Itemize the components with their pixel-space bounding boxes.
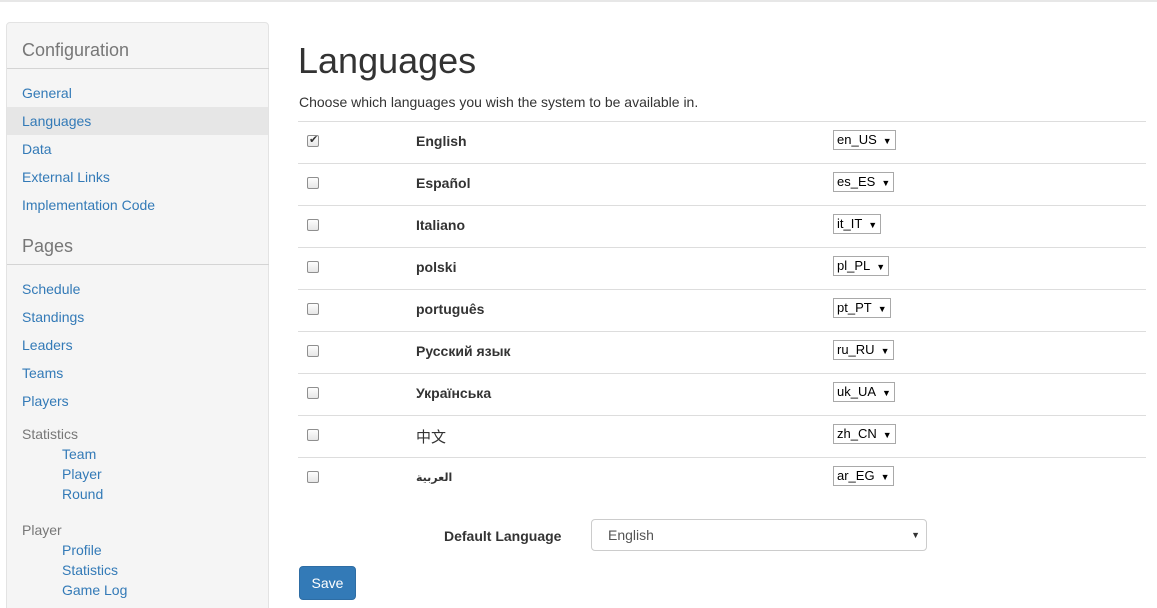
sidebar-item-standings[interactable]: Standings [7,303,268,331]
language-checkbox-uk[interactable] [307,387,319,399]
locale-select-en[interactable]: en_US ▼ [833,130,896,150]
sidebar-item-teams[interactable]: Teams [7,359,268,387]
sidebar-item-leaders[interactable]: Leaders [7,331,268,359]
caret-down-icon: ▼ [880,472,890,482]
caret-down-icon: ▼ [880,346,890,356]
language-name: 中文 [416,429,447,446]
caret-down-icon: ▼ [876,262,886,272]
table-row: português pt_PT ▼ [298,289,1146,331]
caret-down-icon: ▼ [882,430,892,440]
caret-down-icon: ▼ [881,178,891,188]
language-checkbox-ru[interactable] [307,345,319,357]
default-language-label: Default Language [444,528,562,544]
sidebar-subitem-player-statistics-page[interactable]: Statistics [62,562,118,578]
language-checkbox-it[interactable] [307,219,319,231]
language-name: Español [416,175,471,191]
sidebar-subitem-team-statistics[interactable]: Team [62,446,96,462]
table-row: Español es_ES ▼ [298,163,1146,205]
statistics-group-label: Statistics [22,426,79,442]
config-divider [7,68,269,69]
language-checkbox-ar[interactable] [307,471,319,483]
page-title: Languages [298,40,477,81]
sidebar-item-general[interactable]: General [7,79,268,107]
table-row: العربية ar_EG ▼ [298,457,1146,499]
language-checkbox-es[interactable] [307,177,319,189]
locale-select-uk[interactable]: uk_UA ▼ [833,382,895,402]
sidebar: Configuration General Languages Data Ext… [6,22,269,608]
player-group-label: Player [22,522,62,538]
sidebar-subitem-profile[interactable]: Profile [62,542,102,558]
table-row: Italiano it_IT ▼ [298,205,1146,247]
sidebar-item-external-links[interactable]: External Links [7,163,268,191]
pages-heading: Pages [22,236,74,256]
sidebar-item-data[interactable]: Data [7,135,268,163]
language-name: Українська [416,385,492,401]
language-checkbox-pl[interactable] [307,261,319,273]
language-name: العربية [416,472,453,484]
sidebar-subitem-game-log[interactable]: Game Log [62,582,127,598]
top-divider [0,0,1157,2]
caret-down-icon: ▼ [877,304,887,314]
sidebar-item-languages[interactable]: Languages [7,107,268,135]
caret-down-icon: ▼ [911,530,920,540]
table-row: English en_US▼ [298,121,1146,163]
caret-down-icon: ▼ [882,388,891,398]
config-heading: Configuration [22,40,130,60]
pages-divider [7,264,269,265]
locale-select-zh[interactable]: zh_CN ▼ [833,424,896,444]
default-language-select[interactable]: English ▼ [591,519,927,551]
locale-select-ru[interactable]: ru_RU ▼ [833,340,894,360]
locale-select-it[interactable]: it_IT ▼ [833,214,882,234]
language-checkbox-en[interactable] [307,133,319,147]
language-name: português [416,301,485,317]
language-name: polski [416,259,457,275]
language-checkbox-pt[interactable] [307,303,319,315]
sidebar-item-players[interactable]: Players [7,387,268,415]
language-name: Italiano [416,217,466,233]
sidebar-item-implementation-code[interactable]: Implementation Code [7,191,268,219]
table-row: Русский язык ru_RU ▼ [298,331,1146,373]
language-name: English [416,133,467,149]
page-description: Choose which languages you wish the syst… [299,94,699,110]
sidebar-subitem-round-statistics[interactable]: Round [62,486,103,502]
locale-select-ar[interactable]: ar_EG ▼ [833,466,894,486]
table-row: Українська uk_UA ▼ [298,373,1146,415]
locale-select-pl[interactable]: pl_PL ▼ [833,256,890,276]
language-name: Русский язык [416,343,511,359]
caret-down-icon: ▼ [882,136,892,146]
caret-down-icon: ▼ [868,220,878,230]
languages-table: English en_US▼ Español es_ES▼ Italiano i… [298,121,1146,499]
save-button[interactable]: Save [299,566,356,600]
language-checkbox-zh[interactable] [307,429,319,441]
table-row: polski pl_PL ▼ [298,247,1146,289]
locale-select-pt[interactable]: pt_PT ▼ [833,298,891,318]
locale-select-es[interactable]: es_ES ▼ [833,172,895,192]
table-row: 中文 zh_CN ▼ [298,415,1146,457]
sidebar-item-schedule[interactable]: Schedule [7,275,268,303]
sidebar-subitem-player-statistics[interactable]: Player [62,466,102,482]
